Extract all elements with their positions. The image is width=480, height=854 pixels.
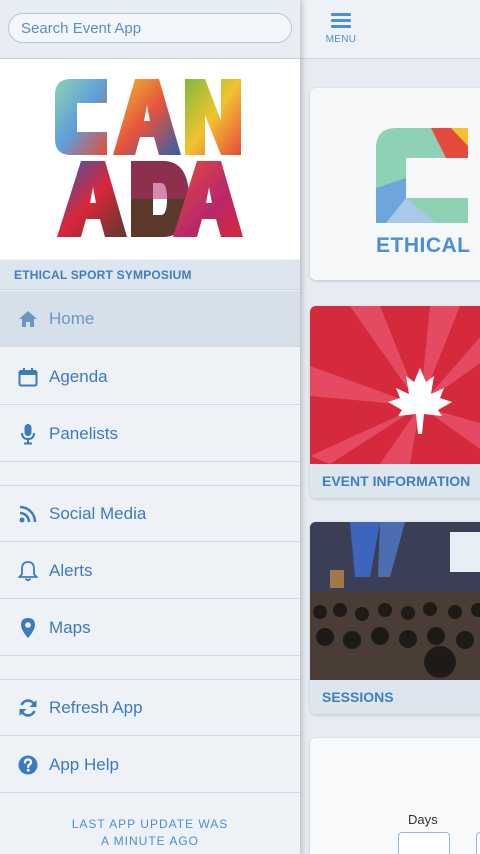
nav-item-alerts[interactable]: Alerts xyxy=(0,543,300,599)
canada-logo-graphic xyxy=(55,79,243,237)
countdown-days-box xyxy=(398,832,450,854)
main-content: MENU ETHICAL EVENT INFORMATION SESSIONS … xyxy=(300,0,480,854)
home-icon xyxy=(16,307,40,331)
canada-logo-fragment xyxy=(376,128,468,223)
hamburger-icon xyxy=(320,13,362,28)
nav-item-label: Maps xyxy=(49,617,91,637)
last-update-line2: A MINUTE AGO xyxy=(100,834,199,848)
nav-item-label: Home xyxy=(49,308,95,328)
countdown-days-label: Days xyxy=(408,812,438,827)
last-update-line1: LAST APP UPDATE WAS xyxy=(71,817,229,831)
event-information-card[interactable]: EVENT INFORMATION xyxy=(310,306,480,498)
event-information-label: EVENT INFORMATION xyxy=(310,464,480,498)
microphone-icon xyxy=(16,422,40,446)
countdown-card: Days xyxy=(310,738,480,854)
countdown-hours-box xyxy=(476,832,480,854)
search-input[interactable] xyxy=(8,13,292,43)
top-bar: MENU xyxy=(300,0,480,59)
last-update-status: LAST APP UPDATE WAS A MINUTE AGO xyxy=(0,816,300,850)
refresh-icon xyxy=(16,696,40,720)
menu-button[interactable]: MENU xyxy=(320,10,362,45)
sidebar-menu: ETHICAL SPORT SYMPOSIUM Home Agenda Pane… xyxy=(0,0,300,854)
bell-icon xyxy=(16,559,40,583)
nav-divider xyxy=(0,656,300,680)
nav-item-maps[interactable]: Maps xyxy=(0,600,300,656)
nav-item-refresh-app[interactable]: Refresh App xyxy=(0,680,300,736)
question-circle-icon xyxy=(16,753,40,777)
nav-item-panelists[interactable]: Panelists xyxy=(0,406,300,462)
nav-item-home[interactable]: Home xyxy=(0,291,300,347)
canada-flag-burst-image xyxy=(310,306,480,464)
calendar-icon xyxy=(16,365,40,389)
nav-item-label: App Help xyxy=(49,754,119,774)
conference-audience-image xyxy=(310,522,480,680)
logo-card-text: ETHICAL xyxy=(376,234,471,257)
search-bar xyxy=(0,0,300,59)
nav-item-label: Panelists xyxy=(49,423,118,443)
nav-divider xyxy=(0,462,300,486)
sessions-label: SESSIONS xyxy=(310,680,480,714)
event-title: ETHICAL SPORT SYMPOSIUM xyxy=(0,260,300,290)
menu-label: MENU xyxy=(325,34,357,45)
nav-item-social-media[interactable]: Social Media xyxy=(0,486,300,542)
nav-item-agenda[interactable]: Agenda xyxy=(0,349,300,405)
nav-item-label: Alerts xyxy=(49,560,93,580)
map-marker-icon xyxy=(16,616,40,640)
logo-card[interactable]: ETHICAL xyxy=(310,88,480,280)
nav-item-label: Social Media xyxy=(49,503,147,523)
nav-item-label: Agenda xyxy=(49,366,108,386)
canada-logo xyxy=(0,59,300,259)
nav-item-label: Refresh App xyxy=(49,697,143,717)
rss-icon xyxy=(16,502,40,526)
sessions-card[interactable]: SESSIONS xyxy=(310,522,480,714)
nav-item-app-help[interactable]: App Help xyxy=(0,737,300,793)
